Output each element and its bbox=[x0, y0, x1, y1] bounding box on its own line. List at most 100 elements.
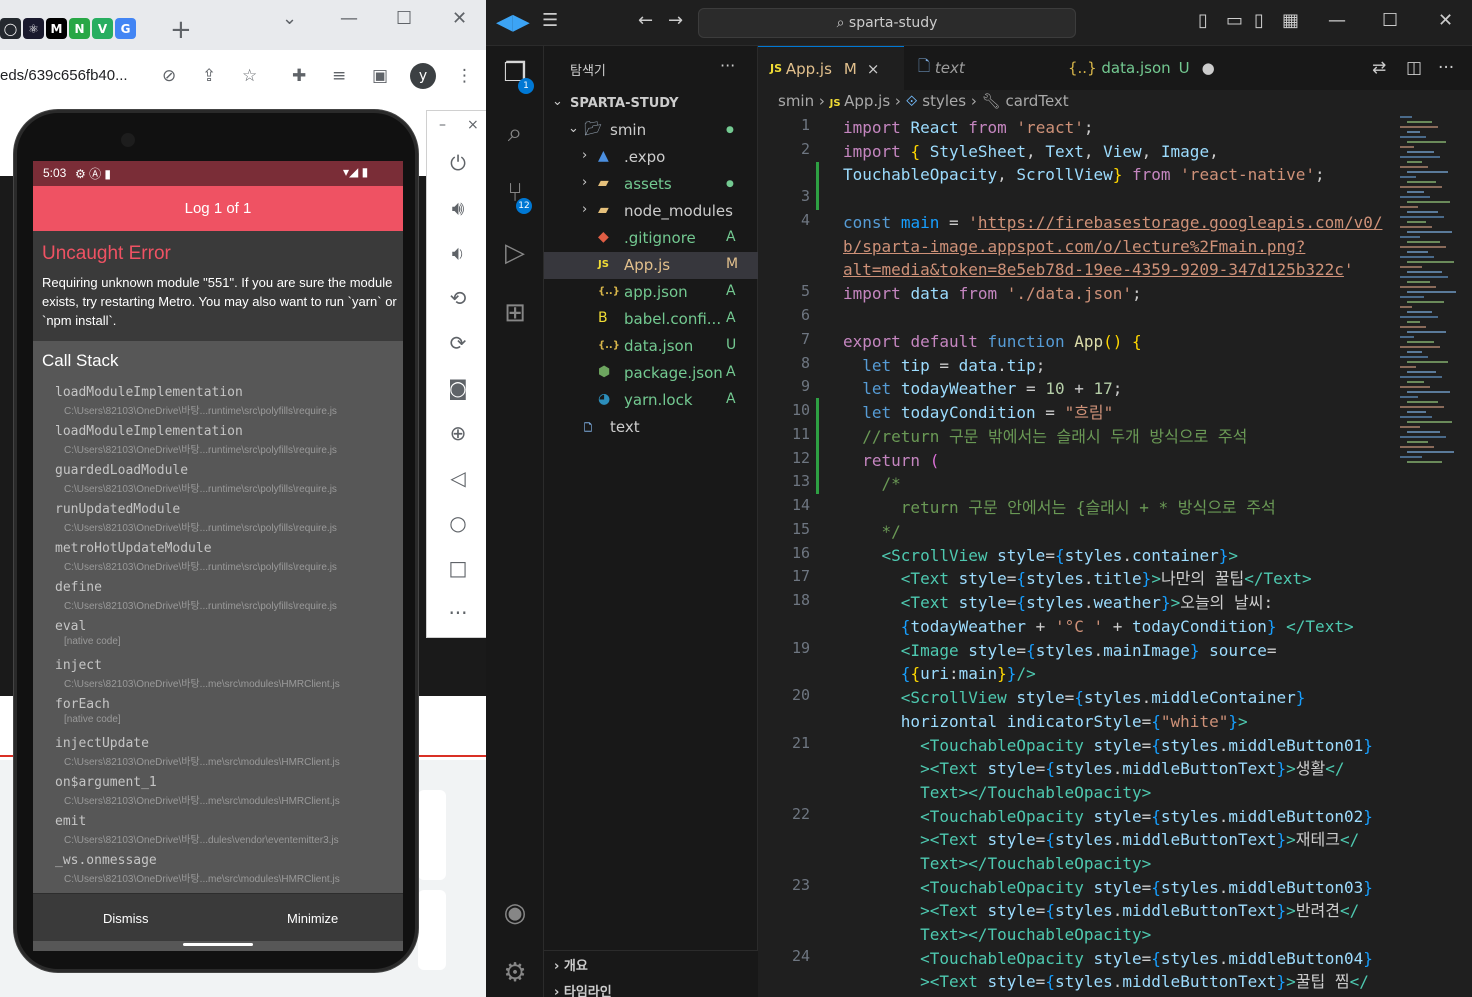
camera-icon[interactable]: ◙ bbox=[427, 376, 489, 400]
breadcrumb-item[interactable]: smin bbox=[778, 92, 814, 110]
stack-frame[interactable]: _ws.onmessage C:\Users\82103\OneDrive\바탕.… bbox=[33, 853, 403, 892]
stack-frame[interactable]: loadModuleImplementation C:\Users\82103\O… bbox=[33, 385, 403, 424]
window-minimize-icon[interactable]: — bbox=[1328, 10, 1346, 31]
v-icon[interactable]: V bbox=[92, 18, 113, 39]
tab-text[interactable]: 🗋 text bbox=[906, 46, 1054, 90]
extensions-icon[interactable]: ✚ bbox=[292, 66, 306, 86]
rotate-left-icon[interactable]: ⟲ bbox=[427, 286, 489, 310]
zoom-icon[interactable]: ⊕ bbox=[427, 421, 489, 445]
stack-frame[interactable]: define C:\Users\82103\OneDrive\바탕...runti… bbox=[33, 580, 403, 619]
editor-more-icon[interactable]: ··· bbox=[1438, 58, 1454, 78]
file-tree-item[interactable]: › ▰ assets ● bbox=[544, 171, 758, 198]
media-icon[interactable]: ≡ bbox=[332, 66, 346, 86]
power-icon[interactable]: ⏻ bbox=[427, 151, 489, 175]
scm-badge: 12 bbox=[516, 198, 532, 214]
more-icon[interactable]: ··· bbox=[427, 601, 489, 625]
source-control-icon[interactable]: ⑂ bbox=[486, 178, 544, 208]
split-editor-icon[interactable]: ◫ bbox=[1406, 58, 1422, 78]
rotate-right-icon[interactable]: ⟳ bbox=[427, 331, 489, 355]
file-tree-item[interactable]: JS App.js M bbox=[544, 252, 758, 279]
file-tree-item[interactable]: › ▰ node_modules bbox=[544, 198, 758, 225]
n-icon[interactable]: N bbox=[69, 18, 90, 39]
file-tree-item[interactable]: 🗋 text bbox=[544, 414, 758, 441]
volume-up-icon[interactable]: 🔊︎ bbox=[427, 196, 489, 220]
github-icon[interactable]: ◯ bbox=[0, 18, 21, 39]
breadcrumb-item[interactable]: cardText bbox=[1005, 92, 1068, 110]
file-tree-item[interactable]: {..} app.json A bbox=[544, 279, 758, 306]
command-center-search[interactable]: ⌕ sparta-study bbox=[698, 8, 1076, 38]
file-tree-item[interactable]: ⬢ package.json A bbox=[544, 360, 758, 387]
url-field[interactable]: eds/639c656fb40... bbox=[0, 67, 128, 84]
m-icon[interactable]: M bbox=[46, 18, 67, 39]
tab-data-json[interactable]: {..} data.json U ● bbox=[1056, 46, 1216, 90]
line-number: 1 bbox=[800, 116, 810, 134]
side-panel-icon[interactable]: ▣ bbox=[372, 66, 388, 86]
eye-off-icon[interactable]: ⊘ bbox=[162, 66, 176, 86]
google-icon[interactable]: G bbox=[115, 18, 136, 39]
breadcrumb-item[interactable]: styles bbox=[922, 92, 966, 110]
window-close-icon[interactable]: ✕ bbox=[1438, 10, 1453, 31]
volume-down-icon[interactable]: 🔉︎ bbox=[427, 241, 489, 265]
file-tree-item[interactable]: {..} data.json U bbox=[544, 333, 758, 360]
stack-frame[interactable]: inject C:\Users\82103\OneDrive\바탕...me\sr… bbox=[33, 658, 403, 697]
file-tree-item[interactable]: ◕ yarn.lock A bbox=[544, 387, 758, 414]
minimap[interactable] bbox=[1396, 116, 1456, 536]
stack-frame[interactable]: runUpdatedModule C:\Users\82103\OneDrive\… bbox=[33, 502, 403, 541]
explorer-more-button[interactable]: ··· bbox=[720, 56, 735, 75]
file-tree-item[interactable]: ⌄ 📂︎ smin ● bbox=[544, 117, 758, 144]
profile-avatar[interactable]: y bbox=[410, 63, 436, 89]
home-indicator[interactable] bbox=[183, 943, 253, 946]
editor-scrollbar[interactable] bbox=[1460, 116, 1472, 976]
manage-gear-icon[interactable]: ⚙ bbox=[486, 958, 544, 988]
timeline-pane[interactable]: › 타임라인 bbox=[554, 981, 612, 997]
file-tree-item[interactable]: ◆ .gitignore A bbox=[544, 225, 758, 252]
stack-frame[interactable]: eval [native code] bbox=[33, 619, 403, 658]
search-view-icon[interactable]: ⌕ bbox=[486, 118, 544, 149]
tab-label: data.json bbox=[1101, 59, 1171, 77]
new-tab-button[interactable]: + bbox=[170, 15, 192, 45]
extensions-icon[interactable]: ⊞ bbox=[486, 298, 544, 328]
share-icon[interactable]: ⇪ bbox=[202, 66, 216, 86]
tab-close-icon[interactable]: × bbox=[867, 60, 880, 78]
stack-frame[interactable]: on$argument_1 C:\Users\82103\OneDrive\바탕.… bbox=[33, 775, 403, 814]
stack-frame[interactable]: guardedLoadModule C:\Users\82103\OneDrive… bbox=[33, 463, 403, 502]
browser-menu-icon[interactable]: ⋮ bbox=[456, 66, 473, 86]
home-icon[interactable]: ○ bbox=[427, 511, 489, 535]
back-icon[interactable]: ◁ bbox=[427, 466, 489, 490]
minimize-button[interactable]: Minimize bbox=[287, 911, 338, 926]
stack-frame[interactable]: forEach [native code] bbox=[33, 697, 403, 736]
bookmark-star-icon[interactable]: ☆ bbox=[242, 66, 257, 86]
panel-close-button[interactable]: × bbox=[467, 117, 479, 133]
toggle-sidebar-icon[interactable]: ▯ bbox=[1198, 10, 1208, 31]
file-tree-item[interactable]: › ▲ .expo bbox=[544, 144, 758, 171]
overview-icon[interactable]: □ bbox=[427, 556, 489, 580]
accounts-icon[interactable]: ◉ bbox=[486, 898, 544, 928]
window-maximize-icon[interactable]: ☐ bbox=[396, 8, 412, 29]
dismiss-button[interactable]: Dismiss bbox=[103, 911, 149, 926]
window-close-icon[interactable]: ✕ bbox=[452, 8, 467, 29]
toggle-panel-icon[interactable]: ▭ bbox=[1226, 10, 1243, 31]
tab-app-js[interactable]: JS App.js M × bbox=[758, 46, 904, 90]
compare-changes-icon[interactable]: ⇄ bbox=[1372, 58, 1386, 78]
explorer-icon[interactable]: ❐ bbox=[486, 58, 544, 88]
stack-frame[interactable]: injectUpdate C:\Users\82103\OneDrive\바탕..… bbox=[33, 736, 403, 775]
outline-pane[interactable]: › 개요 bbox=[554, 955, 588, 974]
stack-frame[interactable]: loadModuleImplementation C:\Users\82103\O… bbox=[33, 424, 403, 463]
forward-arrow-icon[interactable]: → bbox=[668, 10, 683, 31]
file-tree-item[interactable]: Bbabel.confi... A bbox=[544, 306, 758, 333]
window-maximize-icon[interactable]: ☐ bbox=[1382, 10, 1398, 31]
stack-frame[interactable]: emit C:\Users\82103\OneDrive\바탕...dules\v… bbox=[33, 814, 403, 853]
menu-icon[interactable]: ☰ bbox=[542, 10, 558, 31]
toggle-secondary-sidebar-icon[interactable]: ▯ bbox=[1254, 10, 1264, 31]
workspace-root[interactable]: ⌄ SPARTA-STUDY bbox=[544, 90, 758, 117]
run-debug-icon[interactable]: ▷ bbox=[486, 238, 544, 268]
breadcrumb-item[interactable]: App.js bbox=[844, 92, 890, 110]
panel-minimize-button[interactable]: – bbox=[439, 117, 446, 133]
window-minimize-icon[interactable]: — bbox=[340, 8, 358, 29]
unsaved-dot-icon[interactable]: ● bbox=[1202, 59, 1215, 77]
react-icon[interactable]: ⚛ bbox=[23, 18, 44, 39]
layout-icon[interactable]: ▦ bbox=[1282, 10, 1299, 31]
tab-search-icon[interactable]: ⌄ bbox=[282, 8, 297, 29]
back-arrow-icon[interactable]: ← bbox=[638, 10, 653, 31]
stack-frame[interactable]: metroHotUpdateModule C:\Users\82103\OneDr… bbox=[33, 541, 403, 580]
